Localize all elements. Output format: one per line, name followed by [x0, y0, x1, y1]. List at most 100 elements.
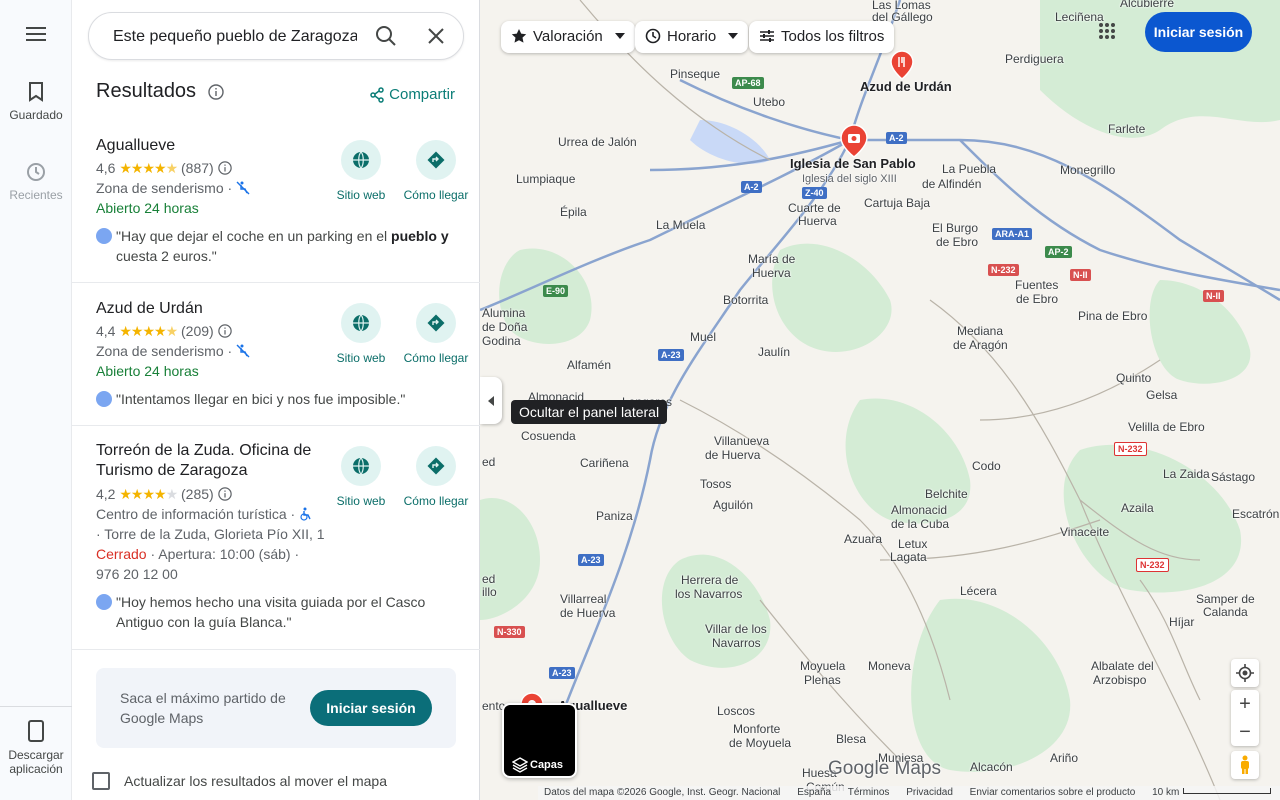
promo-sign-in-button[interactable]: Iniciar sesión: [310, 690, 432, 726]
road-shield: Z-40: [802, 187, 827, 199]
map-canvas[interactable]: Las Lomas del Gállego Alcubierre Leciñen…: [480, 0, 1280, 800]
share-button[interactable]: Compartir: [369, 86, 455, 103]
rating-filter-chip[interactable]: Valoración: [501, 21, 635, 53]
place-label: Lécera: [960, 584, 997, 598]
share-label: Compartir: [389, 86, 455, 103]
place-label: Cartuja Baja: [864, 196, 931, 210]
info-icon[interactable]: [207, 84, 224, 100]
directions-button[interactable]: Cómo llegar: [401, 446, 471, 508]
map-pin-icon[interactable]: [890, 50, 914, 80]
place-label[interactable]: Azud de Urdán: [860, 80, 952, 94]
place-label: de la Cuba: [891, 517, 950, 531]
website-label: Sitio web: [336, 351, 386, 365]
avatar: [96, 594, 112, 610]
hours-chip-label: Horario: [667, 28, 717, 45]
place-label[interactable]: Iglesia de San Pablo: [790, 157, 916, 171]
place-label: Huerva: [798, 214, 837, 228]
result-name[interactable]: Agualluеve: [96, 136, 175, 156]
sign-in-promo: Saca el máximo partido de Google Maps In…: [96, 668, 456, 748]
rating-value: 4,6: [96, 160, 116, 176]
history-icon: [27, 163, 45, 181]
zoom-in-button[interactable]: +: [1231, 690, 1259, 718]
apps-grid-icon[interactable]: [1098, 22, 1116, 40]
result-name[interactable]: Torreón de la Zuda. Oficina de Turismo d…: [96, 441, 336, 481]
scale-label[interactable]: 10 km: [1152, 787, 1179, 798]
saved-button[interactable]: Guardado: [0, 82, 72, 122]
road-shield: A-23: [578, 554, 604, 566]
search-input[interactable]: Este pequeño pueblo de Zaragoza e: [113, 28, 357, 46]
update-results-row[interactable]: Actualizar los resultados al mover el ma…: [92, 772, 387, 790]
recent-label: Recientes: [9, 188, 63, 202]
info-icon[interactable]: [217, 487, 232, 501]
my-location-button[interactable]: [1231, 659, 1259, 687]
clear-icon[interactable]: [427, 27, 445, 45]
website-button[interactable]: Sitio web: [326, 140, 396, 202]
result-card[interactable]: Agualluеve 4,6 ★★★★★ (887) Zona de sende…: [72, 122, 480, 283]
road-shield: ARA-A1: [992, 228, 1033, 240]
rating-stars: ★★★★★: [119, 486, 178, 502]
info-icon[interactable]: [217, 324, 232, 338]
website-label: Sitio web: [336, 188, 386, 202]
place-label: El Burgo: [932, 221, 979, 235]
search-icon[interactable]: [375, 25, 397, 47]
place-label: de Alfindén: [922, 177, 982, 191]
country-link[interactable]: España: [797, 787, 831, 798]
result-hours: Abierto 24 horas: [96, 200, 199, 216]
zoom-controls: + −: [1231, 690, 1259, 746]
place-label: de Huerva: [705, 448, 761, 462]
layers-button[interactable]: Capas: [502, 703, 577, 778]
terms-link[interactable]: Términos: [848, 787, 890, 798]
website-label: Sitio web: [336, 494, 386, 508]
rating-value: 4,2: [96, 486, 116, 502]
place-label: Perdiguera: [1005, 52, 1064, 66]
sign-in-button[interactable]: Iniciar sesión: [1145, 12, 1252, 52]
directions-button[interactable]: Cómo llegar: [401, 303, 471, 365]
filter-icon: [760, 30, 774, 42]
directions-label: Cómo llegar: [403, 351, 469, 365]
directions-label: Cómo llegar: [403, 494, 469, 508]
place-label: Cuarte de: [788, 201, 841, 215]
place-label: Escatrón: [1232, 507, 1280, 521]
road-shield: N-II: [1203, 290, 1224, 302]
feedback-link[interactable]: Enviar comentarios sobre el producto: [970, 787, 1136, 798]
menu-button[interactable]: [0, 26, 72, 48]
scale-bar[interactable]: [1183, 788, 1272, 794]
road-shield: AP-68: [732, 77, 764, 89]
result-category: Centro de información turística ·: [96, 504, 313, 524]
recent-button[interactable]: Recientes: [0, 162, 72, 202]
place-label: Fuentes: [1015, 278, 1059, 292]
place-label: Moyuela: [800, 659, 846, 673]
place-label: Híjar: [1169, 615, 1195, 629]
all-filters-chip[interactable]: Todos los filtros: [749, 21, 895, 53]
place-label: Navarros: [712, 636, 761, 650]
place-label: Godina: [482, 334, 521, 348]
result-hours: Abierto 24 horas: [96, 363, 199, 379]
result-name[interactable]: Azud de Urdán: [96, 299, 203, 319]
place-label: de Ebro: [936, 235, 979, 249]
result-category: Zona de senderismo ·: [96, 341, 250, 361]
rating-stars: ★★★★★: [119, 160, 178, 176]
zoom-out-button[interactable]: −: [1231, 718, 1259, 746]
website-button[interactable]: Sitio web: [326, 446, 396, 508]
map-pin-icon[interactable]: [840, 124, 868, 158]
place-label: Lumpiaque: [516, 172, 576, 186]
download-app-button[interactable]: Descargar aplicación: [0, 720, 72, 776]
street-view-button[interactable]: [1231, 751, 1259, 779]
website-button[interactable]: Sitio web: [326, 303, 396, 365]
hours-filter-chip[interactable]: Horario: [635, 21, 749, 53]
result-card[interactable]: Azud de Urdán 4,4 ★★★★★ (209) Zona de se…: [72, 283, 480, 426]
directions-button[interactable]: Cómo llegar: [401, 140, 471, 202]
place-label: illo: [482, 585, 497, 599]
search-box[interactable]: Este pequeño pueblo de Zaragoza e: [88, 12, 464, 60]
result-card[interactable]: Torreón de la Zuda. Oficina de Turismo d…: [72, 426, 480, 650]
privacy-link[interactable]: Privacidad: [906, 787, 953, 798]
place-label: Cosuenda: [521, 429, 576, 443]
info-icon[interactable]: [217, 161, 232, 175]
place-label: La Zaida: [1163, 467, 1210, 481]
place-label: Herrera de: [681, 573, 739, 587]
road-shield: A-2: [741, 181, 762, 193]
collapse-panel-button[interactable]: [480, 377, 502, 424]
layers-label: Capas: [530, 759, 564, 771]
place-label: de Aragón: [953, 338, 1008, 352]
update-results-checkbox[interactable]: [92, 772, 110, 790]
